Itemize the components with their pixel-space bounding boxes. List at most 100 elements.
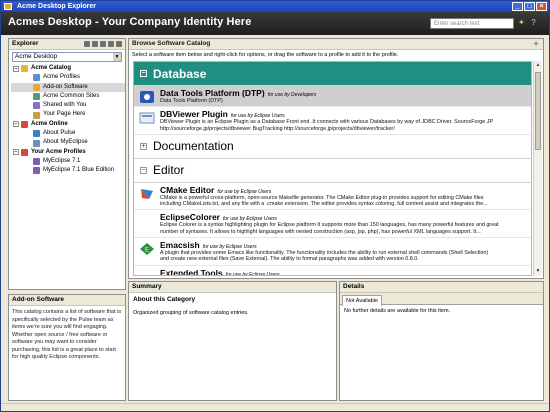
combo-value: Acme Desktop: [15, 53, 58, 60]
tree-item[interactable]: About Pulse: [11, 129, 125, 138]
item-description: DBViewer Plugin is an Eclipse Plugin as …: [160, 119, 494, 126]
collapse-icon[interactable]: −: [13, 149, 19, 156]
window-title: Acme Desktop Explorer: [17, 3, 96, 10]
app-window: Acme Desktop Explorer _ □ × Acmes Deskto…: [0, 0, 550, 412]
catalog-scrollbar[interactable]: ▲ ▼: [533, 61, 542, 276]
profile-icon: [33, 167, 40, 175]
item-description: number of syntaxes. It allows to highlig…: [160, 228, 481, 235]
addon-panel: Add-on Software This catalog contains a …: [8, 294, 126, 401]
details-header: Details: [340, 282, 543, 293]
catalog-item[interactable]: DBViewer Plugin for use by Eclipse Users D…: [134, 107, 531, 135]
tree-item-label: About MyEclipse: [43, 139, 88, 146]
catalog-header: Browse Software Catalog ✦: [129, 39, 543, 50]
category-editor[interactable]: − Editor: [134, 159, 531, 183]
tree-item-label: Add-on Software: [43, 83, 88, 90]
collapse-icon[interactable]: −: [13, 65, 19, 72]
software-icon: [33, 83, 40, 91]
shared-icon: [33, 102, 40, 110]
item-name: Data Tools Platform (DTP): [160, 88, 265, 98]
chevron-down-icon[interactable]: ▼: [113, 53, 121, 61]
explorer-tree: − Acme Catalog Acme Profiles Add-on Softwar…: [9, 64, 125, 176]
tab-not-available[interactable]: Not Available: [342, 295, 383, 306]
category-name: Documentation: [153, 139, 234, 154]
maximize-button[interactable]: □: [524, 2, 535, 11]
tree-item[interactable]: − Your Acme Profiles: [11, 148, 125, 157]
online-icon: [21, 120, 28, 128]
summary-panel: Summary About this Category Organized gr…: [128, 281, 337, 401]
details-tabbar: Not Available: [340, 293, 543, 306]
dbviewer-icon: [139, 111, 155, 125]
category-name: Editor: [153, 163, 185, 178]
search-input[interactable]: Enter search text: [430, 18, 514, 29]
app-icon: [4, 3, 12, 10]
profile-icon: [33, 74, 40, 82]
svg-text:E: E: [145, 248, 149, 254]
summary-subtitle: About this Category: [133, 296, 196, 303]
scroll-up-icon[interactable]: ▲: [535, 62, 541, 69]
tree-item-label: Acme Online: [31, 120, 68, 127]
item-name: Emacsish: [160, 240, 200, 251]
catalog-title: Browse Software Catalog: [132, 40, 211, 47]
collapse-icon[interactable]: −: [13, 121, 19, 128]
add-icon[interactable]: [84, 41, 90, 47]
scroll-down-icon[interactable]: ▼: [535, 268, 541, 275]
settings-icon[interactable]: [108, 41, 114, 47]
item-description: Eclipse Colorer is a syntax highlighting…: [160, 222, 499, 229]
category-database[interactable]: − Database: [134, 62, 531, 86]
profiles-icon: [21, 148, 28, 156]
tree-item[interactable]: Your Page Here: [11, 110, 125, 119]
details-panel: Details Not Available No further details…: [339, 281, 544, 401]
tree-item-label: Acme Catalog: [31, 65, 72, 71]
catalog-item[interactable]: CMake Editor for use by Eclipse Users CMak…: [134, 183, 531, 211]
folder-icon: [21, 65, 28, 73]
tree-item[interactable]: Acme Common Sites: [11, 92, 125, 101]
expand-icon[interactable]: +: [140, 142, 147, 150]
pin-icon[interactable]: ✦: [533, 40, 539, 50]
minimize-button[interactable]: _: [512, 2, 523, 11]
tree-item[interactable]: About MyEclipse: [11, 138, 125, 147]
item-use: for use by Eclipse Users: [225, 271, 280, 276]
category-name: Database: [153, 66, 207, 81]
wand-icon[interactable]: ✦: [517, 18, 526, 28]
tree-item[interactable]: − Acme Catalog: [11, 64, 125, 73]
tree-item-label: Acme Common Sites: [43, 92, 100, 99]
summary-header: Summary: [129, 282, 336, 293]
tree-item[interactable]: MyEclipse 7.1 Blue Edition: [11, 166, 125, 175]
myeclipse-icon: [33, 139, 40, 147]
collapse-icon[interactable]: −: [140, 70, 147, 77]
close-button[interactable]: ×: [536, 2, 547, 11]
tree-item-label: MyEclipse 7.1: [43, 157, 81, 164]
emacs-icon: E: [139, 242, 155, 256]
tree-item-label: MyEclipse 7.1 Blue Edition: [43, 167, 115, 174]
tree-item[interactable]: MyEclipse 7.1: [11, 157, 125, 166]
explorer-title: Explorer: [12, 40, 39, 47]
page-icon: [33, 111, 40, 119]
catalog-item[interactable]: EclipseColorer for use by Eclipse Users Ec…: [134, 210, 531, 239]
catalog-item[interactable]: Data Tools Platform (DTP) for use by Deve…: [134, 86, 531, 108]
catalog-hint: Select a software item below and right-c…: [132, 52, 399, 58]
scroll-thumb[interactable]: [535, 72, 541, 150]
item-description: including CMakeLists.txt, and any file w…: [160, 201, 488, 208]
tree-item[interactable]: Shared with You: [11, 101, 125, 110]
details-text: No further details are available for thi…: [344, 308, 451, 314]
tree-item-label: Your Page Here: [43, 111, 86, 118]
dtp-icon: [139, 90, 155, 104]
tree-item[interactable]: − Acme Online: [11, 120, 125, 129]
collapse-icon[interactable]: −: [140, 166, 147, 174]
item-name: EclipseColorer: [160, 212, 220, 223]
delete-icon[interactable]: [92, 41, 98, 47]
catalog-item[interactable]: Extended Tools for use by Eclipse Users: [134, 266, 531, 276]
tree-item[interactable]: Acme Profiles: [11, 73, 125, 82]
tree-item-label: Shared with You: [43, 102, 87, 109]
catalog-item[interactable]: E Emacsish for use by Eclipse Users A plugi…: [134, 238, 531, 266]
collapse-icon[interactable]: [116, 41, 122, 47]
refresh-icon[interactable]: [100, 41, 106, 47]
cmake-icon: [139, 187, 155, 201]
help-icon[interactable]: ?: [529, 18, 538, 28]
explorer-header: Explorer: [9, 39, 125, 50]
category-documentation[interactable]: + Documentation: [134, 135, 531, 159]
tree-item[interactable]: Add-on Software: [11, 82, 125, 92]
item-name: Extended Tools: [160, 267, 223, 276]
explorer-combo[interactable]: Acme Desktop ▼: [12, 52, 122, 62]
catalog-panel: Browse Software Catalog ✦ Select a softw…: [128, 38, 544, 279]
